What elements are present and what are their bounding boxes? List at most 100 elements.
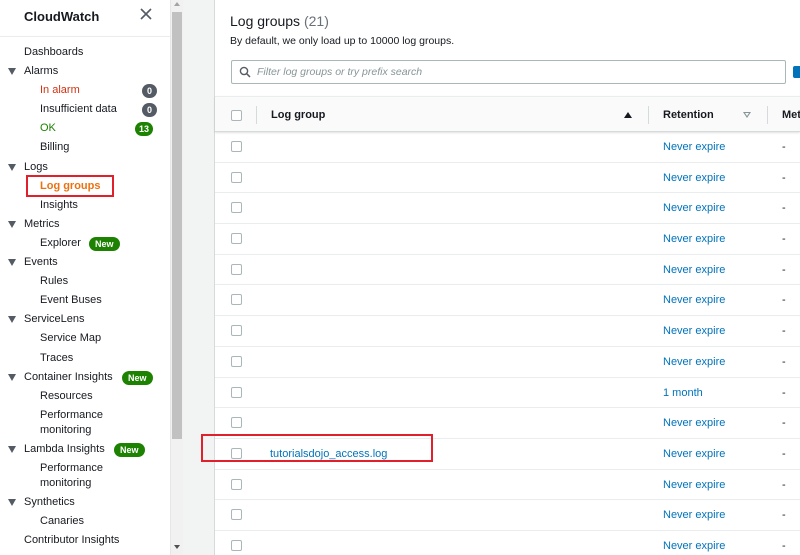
sidebar-item-performance-monitoring[interactable]: Performance monitoring xyxy=(0,459,170,493)
new-badge: New xyxy=(114,442,145,457)
panel-description: By default, we only load up to 10000 log… xyxy=(230,35,455,47)
table-row: Never expire - xyxy=(215,224,800,255)
scroll-up-icon[interactable] xyxy=(174,2,180,6)
retention-link[interactable]: Never expire xyxy=(663,531,725,555)
row-checkbox[interactable] xyxy=(231,233,242,245)
column-header-retention[interactable]: Retention xyxy=(663,97,714,133)
retention-link[interactable]: Never expire xyxy=(663,193,725,223)
row-checkbox[interactable] xyxy=(231,294,242,306)
row-checkbox[interactable] xyxy=(231,355,242,367)
retention-link[interactable]: Never expire xyxy=(663,470,725,500)
log-groups-table-body: Never expire - Never expire - Never expire - N… xyxy=(215,132,800,555)
sidebar-item-explorer[interactable]: Explorer New xyxy=(0,234,170,253)
row-checkbox[interactable] xyxy=(231,263,242,275)
retention-link[interactable]: Never expire xyxy=(663,163,725,193)
sidebar-item-events[interactable]: Events xyxy=(0,253,170,272)
sidebar-item-canaries[interactable]: Canaries xyxy=(0,512,170,531)
row-checkbox[interactable] xyxy=(231,386,242,398)
new-badge: New xyxy=(89,236,120,251)
metric-filter-value: - xyxy=(782,233,786,246)
count-badge: 0 xyxy=(142,103,157,118)
metric-filter-value: - xyxy=(782,386,786,399)
sidebar-item-service-map[interactable]: Service Map xyxy=(0,329,170,348)
sidebar-divider xyxy=(0,36,170,37)
retention-link[interactable]: Never expire xyxy=(663,255,725,285)
row-checkbox[interactable] xyxy=(231,141,242,152)
row-checkbox[interactable] xyxy=(231,171,242,183)
row-checkbox[interactable] xyxy=(231,202,242,214)
sidebar-item-in-alarm[interactable]: In alarm 0 xyxy=(0,81,170,100)
caret-down-icon[interactable] xyxy=(8,220,16,228)
metric-filter-value: - xyxy=(782,141,786,153)
sidebar-item-dashboards[interactable]: Dashboards xyxy=(0,43,170,62)
sidebar-item-ok[interactable]: OK 13 xyxy=(0,119,170,138)
sidebar-item-event-buses[interactable]: Event Buses xyxy=(0,291,170,310)
caret-down-icon[interactable] xyxy=(8,163,16,171)
sidebar-item-label: Lambda Insights xyxy=(24,442,105,455)
sidebar-item-contributor-insights[interactable]: Contributor Insights xyxy=(0,531,170,550)
table-row: Never expire - xyxy=(215,531,800,555)
cloudwatch-console: CloudWatch Dashboards Alarms In alarm 0 Insu… xyxy=(0,0,800,555)
retention-link[interactable]: Never expire xyxy=(663,316,725,346)
row-checkbox[interactable] xyxy=(231,539,242,551)
caret-down-icon[interactable] xyxy=(8,373,16,381)
retention-link[interactable]: 1 month xyxy=(663,378,703,408)
table-row: 1 month - xyxy=(215,378,800,409)
row-checkbox[interactable] xyxy=(231,417,242,429)
retention-link[interactable]: Never expire xyxy=(663,500,725,530)
sidebar-item-container-insights[interactable]: Container Insights New xyxy=(0,368,170,387)
search-icon xyxy=(239,66,251,78)
retention-link[interactable]: Never expire xyxy=(663,408,725,438)
row-checkbox[interactable] xyxy=(231,509,242,521)
sidebar-item-label: Contributor Insights xyxy=(24,534,120,547)
retention-link[interactable]: Never expire xyxy=(663,439,725,469)
sidebar-item-label: Insufficient data xyxy=(40,103,117,116)
caret-down-icon[interactable] xyxy=(8,68,16,76)
retention-link[interactable]: Never expire xyxy=(663,285,725,315)
search-input[interactable] xyxy=(257,64,777,80)
sidebar-item-rules[interactable]: Rules xyxy=(0,272,170,291)
caret-down-icon[interactable] xyxy=(8,445,16,453)
table-row: Never expire - xyxy=(215,163,800,194)
sidebar-item-label: Insights xyxy=(40,198,78,211)
sidebar-item-servicelens[interactable]: ServiceLens xyxy=(0,310,170,329)
sidebar-item-insights[interactable]: Insights xyxy=(0,196,170,215)
row-checkbox[interactable] xyxy=(231,325,242,337)
retention-link[interactable]: Never expire xyxy=(663,132,725,162)
sidebar-item-synthetics[interactable]: Synthetics xyxy=(0,493,170,512)
caret-down-icon[interactable] xyxy=(8,259,16,267)
sidebar-scrollbar[interactable] xyxy=(170,0,183,555)
close-icon[interactable] xyxy=(138,6,154,22)
sidebar-item-traces[interactable]: Traces xyxy=(0,349,170,368)
caret-down-icon[interactable] xyxy=(8,498,16,506)
scrollbar-thumb[interactable] xyxy=(172,12,182,439)
table-header: Log group Retention Met xyxy=(215,96,800,132)
sidebar-item-metrics[interactable]: Metrics xyxy=(0,215,170,234)
sidebar-item-label: Alarms xyxy=(24,65,59,78)
table-row: Never expire - xyxy=(215,500,800,531)
page-title-text: Log groups xyxy=(230,13,301,29)
new-badge: New xyxy=(122,370,153,385)
sort-ascending-icon[interactable] xyxy=(624,112,632,118)
sidebar-item-insufficient-data[interactable]: Insufficient data 0 xyxy=(0,100,170,119)
sidebar-item-lambda-insights[interactable]: Lambda Insights New xyxy=(0,440,170,459)
sidebar-item-performance-monitoring[interactable]: Performance monitoring xyxy=(0,406,170,440)
scroll-down-icon[interactable] xyxy=(174,545,180,549)
prefix-search-checkbox[interactable] xyxy=(793,66,800,78)
sidebar-item-label: Traces xyxy=(40,351,74,364)
sidebar-header: CloudWatch xyxy=(0,0,170,36)
retention-link[interactable]: Never expire xyxy=(663,224,725,254)
column-header-metric[interactable]: Met xyxy=(782,97,800,133)
sidebar-item-billing[interactable]: Billing xyxy=(0,138,170,157)
sort-descending-icon[interactable] xyxy=(743,112,751,118)
column-header-log-group[interactable]: Log group xyxy=(271,97,325,133)
search-box[interactable] xyxy=(231,60,786,84)
select-all-checkbox[interactable] xyxy=(231,110,242,121)
caret-down-icon[interactable] xyxy=(8,316,16,324)
row-checkbox[interactable] xyxy=(231,478,242,490)
retention-link[interactable]: Never expire xyxy=(663,347,725,377)
metric-filter-value: - xyxy=(782,539,786,552)
sidebar-item-resources[interactable]: Resources xyxy=(0,387,170,406)
sidebar-item-logs[interactable]: Logs xyxy=(0,158,170,177)
sidebar-item-alarms[interactable]: Alarms xyxy=(0,62,170,81)
